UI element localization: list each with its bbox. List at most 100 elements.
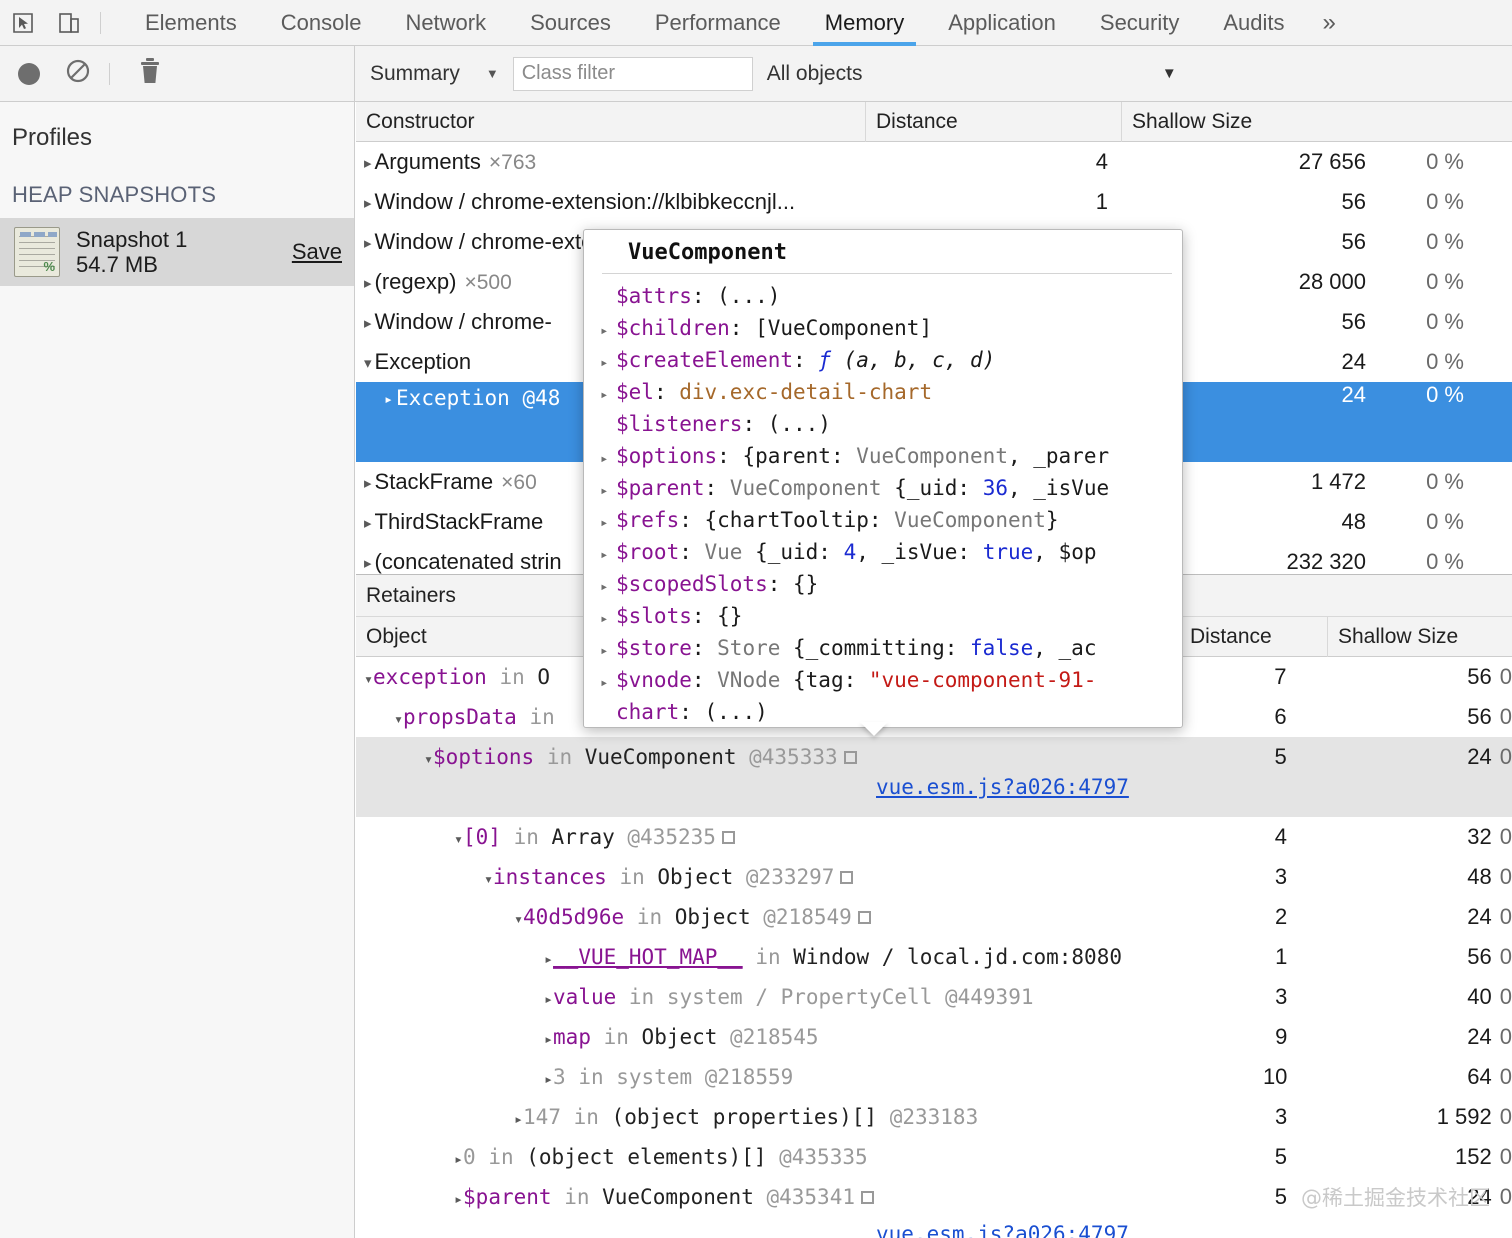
tab-console[interactable]: Console	[259, 0, 384, 46]
chevron-down-icon[interactable]: ▾	[394, 710, 403, 728]
chevron-down-icon[interactable]: ▾	[514, 910, 523, 928]
table-row[interactable]: ▸map in Object @218545 9 24 0	[356, 1017, 1512, 1057]
table-row[interactable]: ▾$options in VueComponent @435333 5 24 0 vue…	[356, 737, 1512, 817]
chevron-right-icon[interactable]: ▸	[364, 464, 372, 502]
view-select[interactable]: Summary ▼	[356, 56, 513, 92]
record-circle-icon[interactable]	[18, 62, 40, 85]
chevron-right-icon[interactable]: ▸	[454, 1150, 463, 1168]
chevron-right-icon[interactable]: ▸	[600, 603, 616, 632]
table-row[interactable]: ▸147 in (object properties)[] @233183 3 1 …	[356, 1097, 1512, 1137]
distance-cell: 3	[1274, 1104, 1288, 1129]
chevron-right-icon[interactable]: ▸	[384, 392, 393, 407]
table-row[interactable]: ▸$parent in VueComponent @435341 5 24 0	[356, 1177, 1512, 1217]
tab-performance[interactable]: Performance	[633, 0, 803, 46]
snapshot-save-link[interactable]: Save	[292, 239, 342, 265]
chevron-down-icon[interactable]: ▾	[364, 344, 372, 382]
column-header-ret-distance[interactable]: Distance	[1180, 616, 1328, 657]
device-toolbar-icon[interactable]	[46, 0, 92, 46]
trash-icon[interactable]	[138, 57, 162, 90]
chevron-right-icon[interactable]: ▸	[364, 264, 372, 302]
percent-cell: 0	[1499, 824, 1512, 849]
chevron-right-icon[interactable]: ▸	[544, 1070, 553, 1088]
retainer-object-cell: ▾instances in Object @233297	[356, 857, 1161, 897]
retainer-object-id: @435341	[753, 1185, 855, 1209]
table-row[interactable]: ▸3 in system @218559 10 64 0	[356, 1057, 1512, 1097]
table-row[interactable]: ▸ Window / chrome-extension://klbibkeccnj…	[356, 182, 1512, 222]
more-tabs-label: »	[1322, 8, 1336, 36]
tab-elements[interactable]: Elements	[123, 0, 259, 46]
tooltip-property-key: $listeners	[616, 412, 743, 436]
chevron-right-icon[interactable]: ▸	[600, 379, 616, 408]
table-row[interactable]: ▾instances in Object @233297 3 48 0	[356, 857, 1512, 897]
tooltip-property-row: ▸ $scopedSlots: {}	[584, 568, 1182, 600]
memory-toolbar-left	[0, 46, 355, 101]
chevron-right-icon[interactable]: ▸	[364, 184, 372, 222]
source-link[interactable]: vue.esm.js?a026:4797	[876, 775, 1129, 799]
tooltip-property-key: $el	[616, 380, 654, 404]
no-entry-icon[interactable]	[65, 58, 91, 89]
column-header-distance[interactable]: Distance	[866, 101, 1122, 142]
table-row[interactable]: ▸value in system / PropertyCell @449391 3…	[356, 977, 1512, 1017]
chevron-down-icon[interactable]: ▾	[364, 670, 373, 688]
chevron-right-icon[interactable]: ▸	[600, 667, 616, 696]
retainer-object-cell: ▸3 in system @218559	[356, 1057, 1161, 1097]
chevron-right-icon[interactable]: ▸	[364, 144, 372, 182]
chevron-right-icon[interactable]: ▸	[364, 504, 372, 542]
more-tabs-icon[interactable]: »	[1307, 0, 1352, 46]
chevron-right-icon[interactable]: ▸	[544, 990, 553, 1008]
tab-label: Audits	[1223, 9, 1285, 35]
tooltip-property-value: Vue {_uid: 4, _isVue: true, $op	[704, 540, 1097, 564]
percent-cell: 0	[1499, 944, 1512, 969]
column-header-ret-shallow-size[interactable]: Shallow Size	[1328, 617, 1512, 657]
tab-security[interactable]: Security	[1078, 0, 1201, 46]
constructor-name: Exception	[374, 349, 472, 374]
tab-sources[interactable]: Sources	[508, 0, 633, 46]
chevron-right-icon[interactable]: ▸	[600, 635, 616, 664]
class-filter-input[interactable]	[512, 56, 753, 91]
table-row[interactable]: ▾40d5d96e in Object @218549 2 24 0	[356, 897, 1512, 937]
chevron-down-icon[interactable]: ▾	[454, 830, 463, 848]
retainer-in-keyword: in	[551, 1185, 603, 1209]
objects-select[interactable]: All objects ▼	[767, 62, 1197, 86]
tab-audits[interactable]: Audits	[1201, 0, 1306, 46]
cursor-inspect-icon[interactable]	[0, 0, 46, 46]
tooltip-separator: :	[704, 476, 730, 500]
table-row[interactable]: ▾[0] in Array @435235 4 32 0	[356, 817, 1512, 857]
chevron-right-icon[interactable]: ▸	[600, 315, 616, 344]
tab-network[interactable]: Network	[383, 0, 508, 46]
chevron-right-icon[interactable]: ▸	[600, 475, 616, 504]
chevron-right-icon[interactable]: ▸	[364, 224, 372, 262]
column-header-constructor[interactable]: Constructor	[356, 101, 866, 142]
table-row[interactable]: ▸0 in (object elements)[] @435335 5 152 0	[356, 1137, 1512, 1177]
retainer-object-name: Window / local.jd.com:8080	[793, 945, 1122, 969]
chevron-right-icon[interactable]: ▸	[600, 571, 616, 600]
chevron-right-icon[interactable]: ▸	[544, 1030, 553, 1048]
tab-memory[interactable]: Memory	[803, 0, 926, 46]
column-header-shallow-size[interactable]: Shallow Size	[1122, 102, 1512, 142]
chevron-down-icon[interactable]: ▾	[484, 870, 493, 888]
chevron-right-icon[interactable]: ▸	[364, 304, 372, 342]
sidebar-item-snapshot-1[interactable]: % Snapshot 1 54.7 MB Save	[0, 218, 354, 286]
chevron-right-icon[interactable]: ▸	[600, 507, 616, 536]
retainer-object-id: @435335	[766, 1145, 868, 1169]
chevron-right-icon[interactable]: ▸	[454, 1190, 463, 1208]
percent-cell: 0 %	[1426, 229, 1464, 254]
chevron-right-icon[interactable]: ▸	[544, 950, 553, 968]
constructor-name: StackFrame	[374, 469, 494, 494]
tooltip-separator: :	[691, 284, 718, 308]
table-row[interactable]: ▸__VUE_HOT_MAP__ in Window / local.jd.co…	[356, 937, 1512, 977]
chevron-right-icon[interactable]: ▸	[600, 539, 616, 568]
retainer-property-name: value	[553, 985, 617, 1009]
tab-application[interactable]: Application	[926, 0, 1078, 46]
chevron-down-icon[interactable]: ▾	[424, 750, 433, 768]
constructor-cell: ▸ Arguments ×763	[356, 142, 866, 182]
chevron-right-icon[interactable]: ▸	[600, 347, 616, 376]
retainer-object-name: VueComponent	[584, 745, 737, 769]
retainer-object-id: @435333	[736, 745, 838, 769]
chevron-right-icon[interactable]: ▸	[600, 443, 616, 472]
chevron-right-icon[interactable]: ▸	[514, 1110, 523, 1128]
tab-label: Sources	[530, 9, 611, 35]
table-row[interactable]: ▸ Arguments ×763 4 27 656 0 %	[356, 142, 1512, 182]
source-link-bottom[interactable]: vue.esm.js?a026:4797	[876, 1222, 1129, 1238]
retainer-property-name: 147	[523, 1105, 561, 1129]
